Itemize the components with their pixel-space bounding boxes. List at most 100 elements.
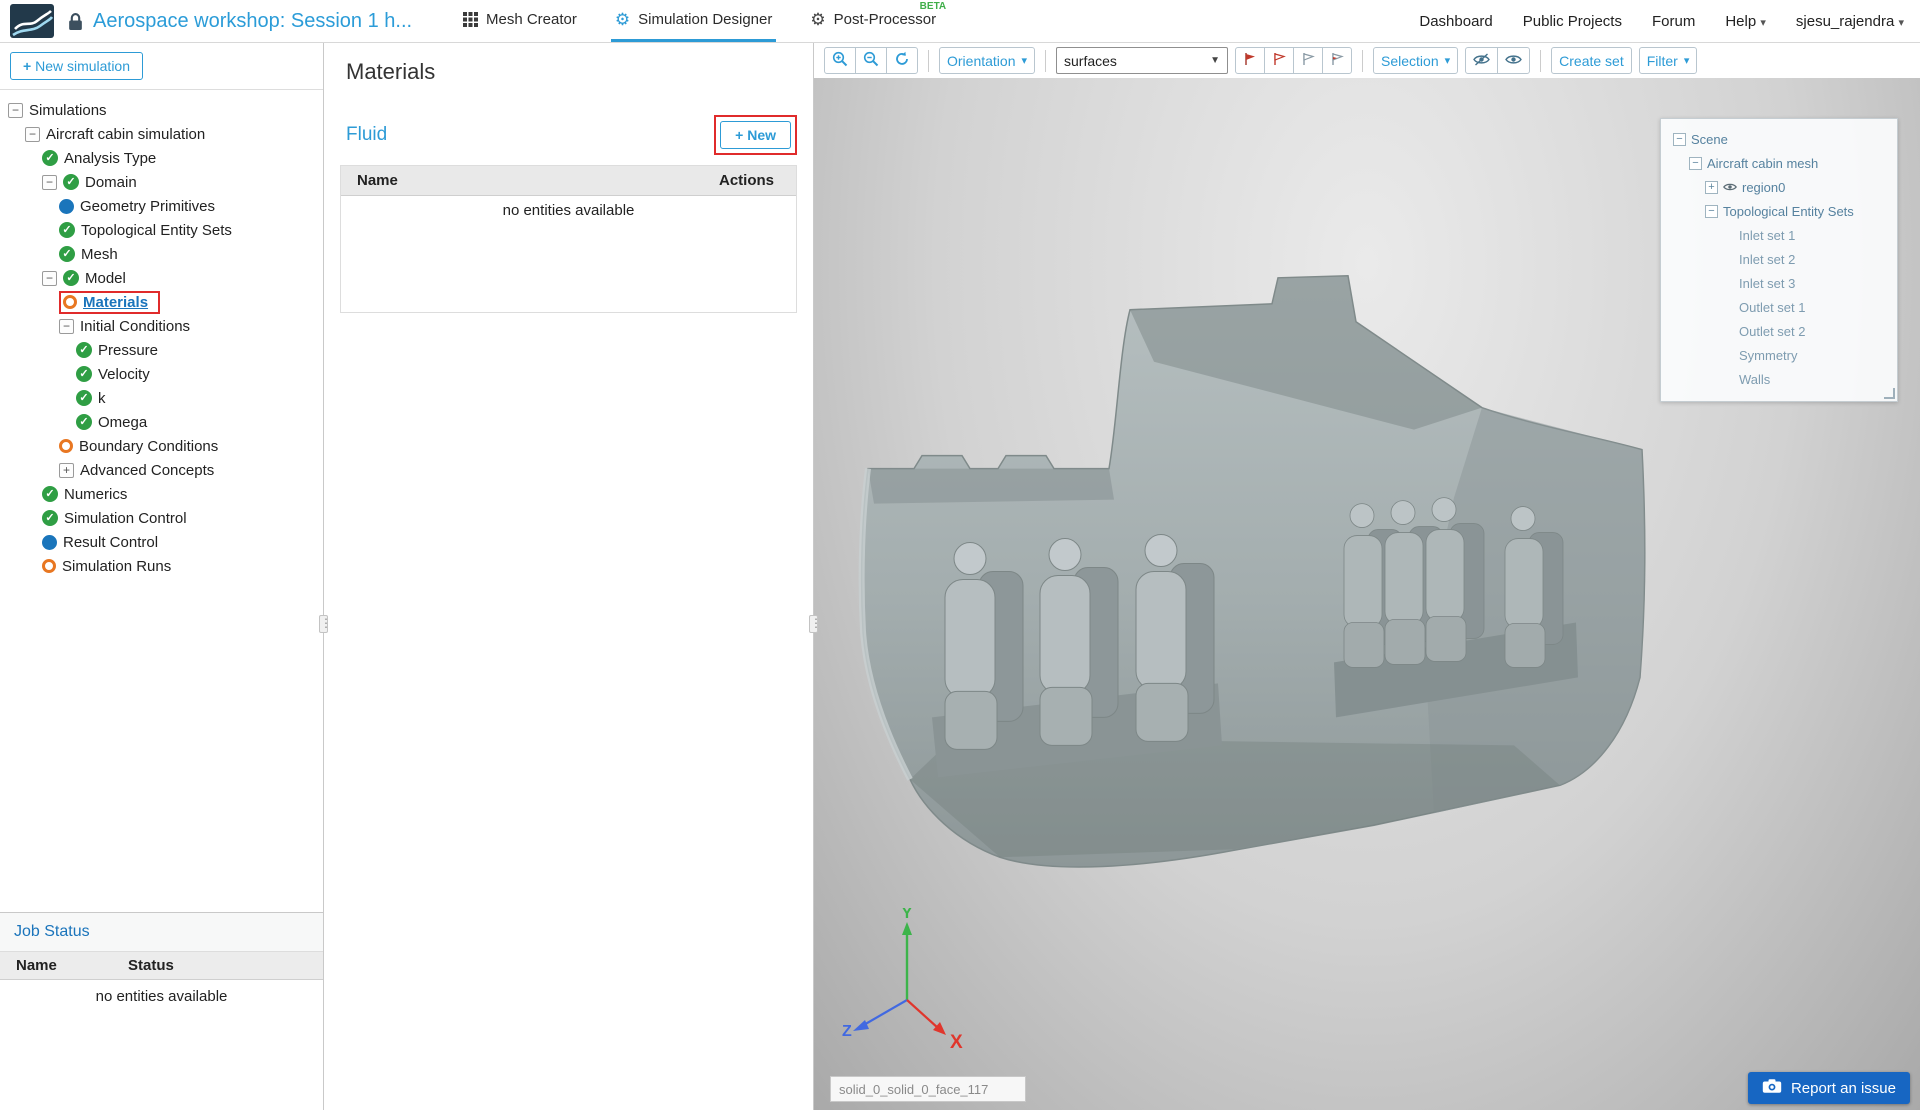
tree-item-aircraft-cabin-simulation[interactable]: − Aircraft cabin simulation bbox=[0, 122, 323, 146]
nav-item-forum[interactable]: Forum bbox=[1652, 13, 1695, 30]
collapse-icon[interactable]: − bbox=[25, 126, 40, 142]
tree-item-analysis-type[interactable]: ✓ Analysis Type bbox=[0, 146, 323, 170]
job-status-panel: Job Status Name Status no entities avail… bbox=[0, 912, 323, 1110]
tree-item-simulations[interactable]: − Simulations bbox=[0, 98, 323, 122]
fluid-section-title: Fluid bbox=[346, 124, 388, 145]
select-edges-button[interactable] bbox=[1293, 47, 1324, 74]
eye-icon[interactable] bbox=[1723, 182, 1737, 192]
render-mode-select[interactable]: surfaces ▼ bbox=[1056, 47, 1229, 74]
tab-post-processor[interactable]: ⚙ Post-Processor BETA bbox=[806, 0, 946, 42]
scene-item-label: Walls bbox=[1739, 371, 1771, 387]
tree-item-omega[interactable]: ✓ Omega bbox=[0, 410, 323, 434]
scene-item-topological-entity-sets[interactable]: − Topological Entity Sets bbox=[1667, 199, 1891, 223]
scene-item-symmetry[interactable]: Symmetry bbox=[1667, 343, 1891, 367]
select-volumes-button[interactable] bbox=[1264, 47, 1295, 74]
selection-dropdown[interactable]: Selection ▾ bbox=[1373, 47, 1459, 74]
axis-y-label: Y bbox=[902, 908, 913, 922]
tree-item-mesh[interactable]: ✓ Mesh bbox=[0, 242, 323, 266]
app-window: Aerospace workshop: Session 1 h... Mesh … bbox=[0, 0, 1920, 1110]
new-material-button[interactable]: + New bbox=[720, 121, 791, 149]
tree-item-materials[interactable]: Materials bbox=[0, 290, 323, 314]
nav-item-sjesu-rajendra[interactable]: sjesu_rajendra ▾ bbox=[1796, 13, 1904, 30]
scene-item-inlet-set-1[interactable]: Inlet set 1 bbox=[1667, 223, 1891, 247]
scene-item-outlet-set-1[interactable]: Outlet set 1 bbox=[1667, 295, 1891, 319]
filter-dropdown[interactable]: Filter ▾ bbox=[1638, 47, 1698, 74]
project-title[interactable]: Aerospace workshop: Session 1 h... bbox=[93, 10, 431, 33]
tree-item-initial-conditions[interactable]: − Initial Conditions bbox=[0, 314, 323, 338]
viewport-canvas[interactable]: − Scene − Aircraft cabin mesh + region0− Topol… bbox=[814, 78, 1920, 1110]
nav-item-public-projects[interactable]: Public Projects bbox=[1523, 13, 1622, 30]
tree-item-topological-entity-sets[interactable]: ✓ Topological Entity Sets bbox=[0, 218, 323, 242]
column-header: Status bbox=[128, 957, 174, 974]
tree-item-simulation-control[interactable]: ✓ Simulation Control bbox=[0, 506, 323, 530]
scene-item-region0[interactable]: + region0 bbox=[1667, 175, 1891, 199]
tree-item-domain[interactable]: − ✓ Domain bbox=[0, 170, 323, 194]
axis-x-label: X bbox=[950, 1032, 963, 1053]
scene-item-walls[interactable]: Walls bbox=[1667, 367, 1891, 391]
hide-selected-button[interactable] bbox=[1465, 47, 1499, 74]
status-dot-icon bbox=[59, 198, 74, 214]
check-icon: ✓ bbox=[63, 270, 79, 286]
report-issue-button[interactable]: Report an issue bbox=[1747, 1072, 1910, 1104]
nav-item-help[interactable]: Help ▾ bbox=[1725, 13, 1766, 30]
tree-item-label: Analysis Type bbox=[64, 149, 157, 167]
nav-item-label: Forum bbox=[1651, 12, 1696, 30]
zoom-in-icon bbox=[832, 51, 848, 70]
toolbar-separator bbox=[1362, 49, 1364, 72]
camera-icon bbox=[1762, 1078, 1782, 1098]
collapse-icon[interactable]: − bbox=[1673, 132, 1686, 146]
collapse-icon[interactable]: − bbox=[8, 102, 23, 118]
tree-item-k[interactable]: ✓ k bbox=[0, 386, 323, 410]
refresh-button[interactable] bbox=[886, 47, 918, 74]
scene-item-inlet-set-3[interactable]: Inlet set 3 bbox=[1667, 271, 1891, 295]
collapse-icon[interactable]: − bbox=[59, 318, 74, 334]
tab-simulation-designer[interactable]: ⚙ Simulation Designer bbox=[610, 0, 777, 42]
viewport: Orientation ▾ surfaces ▼ Selection ▾ Cre… bbox=[814, 43, 1920, 1110]
tree-item-simulation-runs[interactable]: Simulation Runs bbox=[0, 554, 323, 578]
zoom-in-button[interactable] bbox=[824, 47, 856, 74]
expand-icon[interactable]: + bbox=[59, 462, 74, 478]
tree-item-pressure[interactable]: ✓ Pressure bbox=[0, 338, 323, 362]
scene-item-outlet-set-2[interactable]: Outlet set 2 bbox=[1667, 319, 1891, 343]
tree-item-label: Simulations bbox=[29, 101, 107, 119]
show-all-button[interactable] bbox=[1497, 47, 1531, 74]
zoom-fit-button[interactable] bbox=[855, 47, 887, 74]
tree-item-model[interactable]: − ✓ Model bbox=[0, 266, 323, 290]
tree-item-numerics[interactable]: ✓ Numerics bbox=[0, 482, 323, 506]
tree-item-advanced-concepts[interactable]: + Advanced Concepts bbox=[0, 458, 323, 482]
collapse-icon[interactable]: − bbox=[1705, 204, 1718, 218]
tree-item-label: Simulation Control bbox=[64, 509, 187, 527]
tree-item-label: Omega bbox=[98, 413, 148, 431]
panel-splitter-handle[interactable]: ⋮ bbox=[319, 615, 332, 633]
tree-item-boundary-conditions[interactable]: Boundary Conditions bbox=[0, 434, 323, 458]
scene-tree-panel[interactable]: − Scene − Aircraft cabin mesh + region0− Topol… bbox=[1660, 118, 1898, 402]
scene-item-aircraft-cabin-mesh[interactable]: − Aircraft cabin mesh bbox=[1667, 151, 1891, 175]
new-simulation-button[interactable]: + New simulation bbox=[10, 52, 144, 80]
tree-item-result-control[interactable]: Result Control bbox=[0, 530, 323, 554]
job-status-header: Name Status bbox=[0, 951, 323, 980]
tree-item-label: Velocity bbox=[98, 365, 150, 383]
scene-item-inlet-set-2[interactable]: Inlet set 2 bbox=[1667, 247, 1891, 271]
create-set-button[interactable]: Create set bbox=[1551, 47, 1632, 74]
tab-mesh-creator[interactable]: Mesh Creator bbox=[459, 0, 581, 42]
select-nodes-button[interactable] bbox=[1322, 47, 1353, 74]
panel-splitter-handle[interactable]: ⋮ bbox=[809, 615, 822, 633]
scene-item-label: Symmetry bbox=[1739, 347, 1798, 363]
simscale-logo[interactable] bbox=[10, 4, 54, 38]
orientation-dropdown[interactable]: Orientation ▾ bbox=[939, 47, 1036, 74]
axis-gizmo[interactable]: Y Z X bbox=[832, 908, 982, 1058]
axis-z-label: Z bbox=[842, 1023, 852, 1040]
picked-face-field[interactable] bbox=[830, 1076, 1026, 1102]
select-faces-button[interactable] bbox=[1235, 47, 1266, 74]
collapse-icon[interactable]: − bbox=[42, 174, 57, 190]
collapse-icon[interactable]: − bbox=[42, 270, 57, 286]
tree-item-velocity[interactable]: ✓ Velocity bbox=[0, 362, 323, 386]
main-area: ⋮ ⋮ + New simulation − Simulations − Aircra… bbox=[0, 43, 1920, 1110]
nav-item-dashboard[interactable]: Dashboard bbox=[1419, 13, 1492, 30]
collapse-icon[interactable]: − bbox=[1689, 156, 1702, 170]
expand-icon[interactable]: + bbox=[1705, 180, 1718, 194]
tree-item-label: Materials bbox=[83, 293, 149, 311]
tree-item-geometry-primitives[interactable]: Geometry Primitives bbox=[0, 194, 323, 218]
fluid-section-header: Fluid + New bbox=[324, 85, 813, 165]
scene-item-scene[interactable]: − Scene bbox=[1667, 127, 1891, 151]
